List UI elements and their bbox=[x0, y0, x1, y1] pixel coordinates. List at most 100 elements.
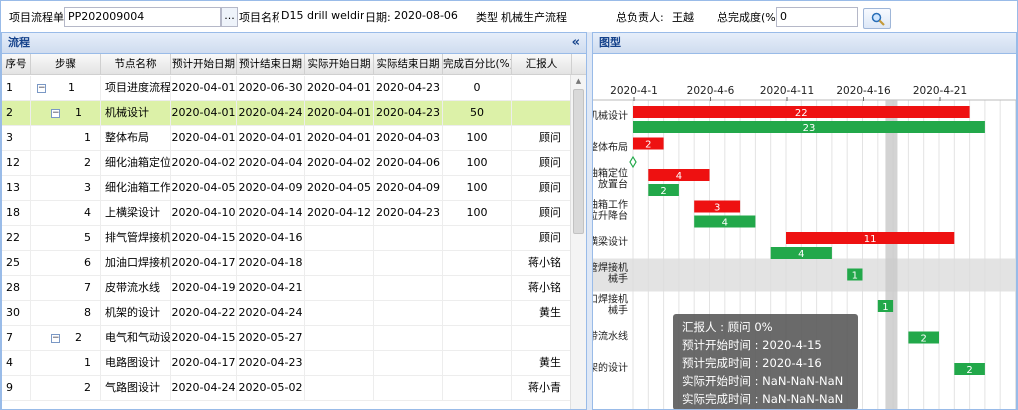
step-number: 7 bbox=[84, 281, 91, 294]
grid-header: 序号 步骤 节点名称 预计开始日期 预计结束日期 实际开始日期 实际结束日期 完成百分比(%)… bbox=[2, 54, 586, 75]
col-pct-cell: 100 bbox=[443, 176, 512, 201]
table-row[interactable]: 3 1 整体布局 2020-04-01 2020-04-01 2020-04-01 2020… bbox=[2, 126, 572, 151]
col-step-cell: −1 bbox=[31, 101, 101, 126]
vertical-scrollbar[interactable]: ▲ bbox=[570, 75, 586, 409]
table-row[interactable]: 18 4 上横梁设计 2020-04-10 2020-04-14 2020-04-12 20… bbox=[2, 201, 572, 226]
task-label: 口焊接机 bbox=[593, 293, 628, 306]
col-name-cell: 细化油箱定位 bbox=[101, 151, 171, 176]
col-act-start-header[interactable]: 实际开始日期 bbox=[305, 54, 374, 75]
collapse-tree-icon[interactable]: − bbox=[51, 108, 60, 118]
step-number: 6 bbox=[84, 256, 91, 269]
x-tick-label: 2020-4-11 bbox=[760, 85, 814, 97]
col-step-header[interactable]: 步骤 bbox=[31, 54, 101, 75]
col-plan-start-cell: 2020-04-02 bbox=[171, 151, 237, 176]
col-act-start-cell bbox=[305, 376, 374, 401]
col-reporter-header[interactable]: 汇报人 bbox=[512, 54, 572, 75]
col-plan-start-cell: 2020-04-17 bbox=[171, 251, 237, 276]
task-label: 油箱工作 bbox=[593, 198, 628, 211]
step-number: 1 bbox=[75, 106, 82, 119]
date-field[interactable]: 2020-08-06 bbox=[391, 7, 471, 27]
col-name-cell: 机架的设计 bbox=[101, 301, 171, 326]
col-name-cell: 加油口焊接机 bbox=[101, 251, 171, 276]
process-panel: 流程 « 序号 步骤 节点名称 预计开始日期 预计结束日期 实际开始日期 实际结束日期 完成百… bbox=[1, 32, 587, 410]
col-plan-end-cell: 2020-04-04 bbox=[237, 151, 305, 176]
col-act-end-header[interactable]: 实际结束日期 bbox=[374, 54, 443, 75]
col-plan-end-cell: 2020-04-09 bbox=[237, 176, 305, 201]
tooltip-line: 预计完成时间 : 2020-4-16 bbox=[682, 356, 822, 370]
col-plan-start-cell: 2020-04-01 bbox=[171, 126, 237, 151]
table-row[interactable]: 28 7 皮带流水线 2020-04-19 2020-04-21 蒋小铭 bbox=[2, 276, 572, 301]
col-plan-start-cell: 2020-04-05 bbox=[171, 176, 237, 201]
actual-bar-label: 3 bbox=[714, 203, 720, 214]
tooltip-line: 实际完成时间 : NaN-NaN-NaN bbox=[682, 392, 843, 406]
col-pct-header[interactable]: 完成百分比(%) bbox=[443, 54, 512, 75]
table-row[interactable]: 9 2 气路图设计 2020-04-24 2020-05-02 蒋小青 bbox=[2, 376, 572, 401]
completion-input[interactable]: 0 bbox=[776, 7, 858, 27]
collapse-tree-icon[interactable]: − bbox=[37, 83, 46, 93]
gantt-app-window: 项目流程单: PP202009004 ... 项目名称: D15 drill w… bbox=[0, 0, 1018, 410]
col-plan-end-cell: 2020-04-14 bbox=[237, 201, 305, 226]
project-name-field[interactable]: D15 drill welding bbox=[279, 7, 364, 27]
col-act-end-cell: 2020-04-09 bbox=[374, 176, 443, 201]
col-act-end-cell bbox=[374, 376, 443, 401]
task-label: 油箱定位 bbox=[593, 167, 628, 180]
table-row[interactable]: 25 6 加油口焊接机 2020-04-17 2020-04-18 蒋小铭 bbox=[2, 251, 572, 276]
process-no-picker-button[interactable]: ... bbox=[221, 7, 238, 27]
col-step-cell: 1 bbox=[31, 351, 101, 376]
col-reporter-cell bbox=[512, 76, 572, 101]
scroll-up-icon[interactable]: ▲ bbox=[571, 75, 586, 88]
col-act-start-cell: 2020-04-05 bbox=[305, 176, 374, 201]
col-reporter-cell bbox=[512, 101, 572, 126]
task-label: 械手 bbox=[608, 304, 628, 317]
plan-bar-label: 4 bbox=[722, 218, 728, 229]
col-plan-end-header[interactable]: 预计结束日期 bbox=[237, 54, 305, 75]
col-reporter-cell: 顾问 bbox=[512, 226, 572, 251]
table-row[interactable]: 12 2 细化油箱定位 2020-04-02 2020-04-04 2020-04-02 2… bbox=[2, 151, 572, 176]
table-row[interactable]: 4 1 电路图设计 2020-04-17 2020-04-23 黄生 bbox=[2, 351, 572, 376]
table-row[interactable]: 7−2 电气和气动设 2020-04-15 2020-05-27 bbox=[2, 326, 572, 351]
collapse-icon[interactable]: « bbox=[572, 33, 580, 53]
search-button[interactable] bbox=[863, 8, 891, 29]
table-row[interactable]: 13 3 细化油箱工作 2020-04-05 2020-04-09 2020-04-05 2… bbox=[2, 176, 572, 201]
col-plan-end-cell: 2020-04-21 bbox=[237, 276, 305, 301]
table-row[interactable]: 22 5 排气管焊接机 2020-04-15 2020-04-16 顾问 bbox=[2, 226, 572, 251]
col-act-end-cell bbox=[374, 251, 443, 276]
col-step-cell: 2 bbox=[31, 376, 101, 401]
plan-bar-label: 1 bbox=[882, 302, 888, 313]
col-plan-end-cell: 2020-05-02 bbox=[237, 376, 305, 401]
col-seq-cell: 2 bbox=[2, 101, 31, 126]
x-tick-label: 2020-4-1 bbox=[610, 85, 658, 97]
col-step-cell: 8 bbox=[31, 301, 101, 326]
col-reporter-cell: 黄生 bbox=[512, 351, 572, 376]
table-row[interactable]: 2−1 机械设计 2020-04-01 2020-04-24 2020-04-01 202… bbox=[2, 101, 572, 126]
table-row[interactable]: 1−1 项目进度流程 2020-04-01 2020-06-30 2020-04-01 2… bbox=[2, 76, 572, 101]
collapse-tree-icon[interactable]: − bbox=[51, 333, 60, 343]
type-field[interactable]: 机械生产流程 bbox=[498, 7, 588, 27]
col-name-header[interactable]: 节点名称 bbox=[101, 54, 171, 75]
col-act-start-cell bbox=[305, 251, 374, 276]
tooltip-line: 汇报人 : 顾问 0% bbox=[682, 320, 773, 334]
step-number: 1 bbox=[84, 131, 91, 144]
col-plan-start-cell: 2020-04-17 bbox=[171, 351, 237, 376]
process-panel-title: 流程 bbox=[8, 36, 30, 49]
actual-bar-label: 4 bbox=[676, 171, 682, 182]
col-name-cell: 电路图设计 bbox=[101, 351, 171, 376]
scroll-thumb[interactable] bbox=[573, 89, 584, 234]
col-seq-header[interactable]: 序号 bbox=[2, 54, 31, 75]
table-row[interactable]: 30 8 机架的设计 2020-04-22 2020-04-24 黄生 bbox=[2, 301, 572, 326]
step-number: 1 bbox=[84, 356, 91, 369]
task-label: 架的设计 bbox=[593, 361, 628, 374]
col-name-cell: 电气和气动设 bbox=[101, 326, 171, 351]
col-plan-start-cell: 2020-04-01 bbox=[171, 101, 237, 126]
col-act-start-cell: 2020-04-01 bbox=[305, 76, 374, 101]
task-label: 带流水线 bbox=[593, 330, 628, 343]
task-label: 整体布局 bbox=[593, 141, 628, 154]
col-plan-end-cell: 2020-05-27 bbox=[237, 326, 305, 351]
col-act-end-cell bbox=[374, 351, 443, 376]
col-plan-start-header[interactable]: 预计开始日期 bbox=[171, 54, 237, 75]
owner-field[interactable]: 王越 bbox=[669, 7, 714, 27]
tooltip-line: 预计开始时间 : 2020-4-15 bbox=[682, 338, 822, 352]
date-highlight bbox=[885, 100, 898, 409]
process-no-input[interactable]: PP202009004 bbox=[64, 7, 221, 27]
task-label: 管焊接机 bbox=[593, 261, 628, 274]
